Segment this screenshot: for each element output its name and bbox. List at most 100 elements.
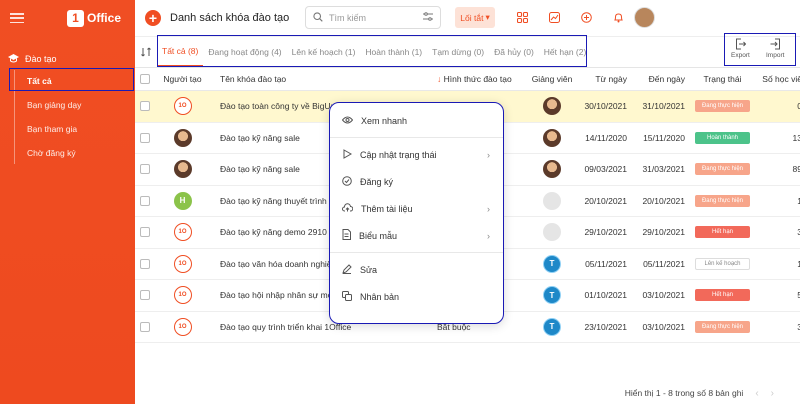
row-checkbox[interactable] [135, 164, 155, 175]
col-from[interactable]: Từ ngày [572, 74, 627, 84]
column-filter-icon[interactable] [135, 47, 157, 57]
tab-active[interactable]: Đang hoạt động (4) [203, 37, 286, 67]
search-icon [313, 11, 323, 24]
teacher-initial-avatar: T [543, 317, 561, 336]
prev-page-icon[interactable]: ‹ [755, 388, 758, 399]
header-icons [515, 10, 626, 25]
menu-item-register[interactable]: Đăng ký [329, 168, 504, 195]
tab-all[interactable]: Tất cả (8) [157, 37, 204, 67]
menu-divider [329, 252, 504, 253]
menu-item-update-status[interactable]: Cập nhật trạng thái › [329, 141, 504, 168]
status-cell: Đang thực hiện [685, 194, 760, 207]
status-badge: Đang thực hiện [695, 163, 750, 176]
row-checkbox[interactable] [135, 227, 155, 238]
row-checkbox[interactable] [135, 132, 155, 143]
teacher-photo-avatar [543, 97, 561, 116]
sidebar-item-participating[interactable]: Bạn tham gia [15, 118, 135, 140]
creator-photo-avatar [173, 160, 192, 179]
end-date: 31/10/2021 [642, 101, 685, 112]
menu-item-label: Xem nhanh [361, 115, 408, 126]
end-date: 31/03/2021 [642, 164, 685, 175]
end-date: 20/10/2021 [642, 195, 685, 206]
col-teacher[interactable]: Giảng viên [532, 74, 572, 84]
status-cell: Hết hạn [685, 226, 760, 239]
search-placeholder: Tìm kiếm [329, 12, 366, 23]
next-page-icon[interactable]: › [771, 388, 774, 399]
col-creator[interactable]: Người tạo [155, 74, 210, 84]
row-checkbox[interactable] [135, 258, 155, 269]
row-checkbox[interactable] [135, 101, 155, 112]
import-button[interactable]: Import [766, 38, 784, 59]
export-icon [735, 38, 747, 52]
chevron-right-icon: › [487, 230, 490, 241]
row-checkbox[interactable] [135, 290, 155, 301]
menu-item-add-document[interactable]: Thêm tài liệu › [329, 195, 504, 222]
sidebar-item-teaching[interactable]: Bạn giảng dạy [15, 94, 135, 116]
tab-cancelled[interactable]: Đã hủy (0) [489, 37, 539, 67]
select-all-checkbox[interactable] [135, 74, 155, 84]
menu-item-forms[interactable]: Biểu mẫu › [329, 222, 504, 249]
add-circle-icon[interactable] [579, 10, 594, 25]
filter-sliders-icon[interactable] [423, 12, 433, 23]
menu-divider [329, 137, 504, 138]
col-status[interactable]: Trạng thái [685, 74, 760, 84]
shortcut-label: Lối tắt [460, 12, 484, 23]
start-date: 05/11/2021 [585, 258, 627, 269]
table-header: Người tạo Tên khóa đào tạo ↓ Hình thức đ… [135, 68, 800, 91]
tab-paused[interactable]: Tạm dừng (0) [427, 37, 489, 67]
chart-icon[interactable] [547, 10, 562, 25]
check-circle-icon [342, 175, 352, 188]
pencil-icon [342, 263, 352, 276]
graduation-cap-icon [8, 53, 19, 65]
eye-icon [341, 116, 354, 126]
user-avatar[interactable] [634, 7, 655, 28]
student-count: 1 [797, 258, 800, 269]
logo-text: Office [86, 11, 121, 25]
menu-item-quick-view[interactable]: Xem nhanh [329, 107, 504, 134]
bell-icon[interactable] [611, 10, 626, 25]
start-date: 01/10/2021 [584, 290, 627, 301]
row-checkbox[interactable] [135, 321, 155, 332]
tab-planned[interactable]: Lên kế hoạch (1) [287, 37, 361, 67]
apps-grid-icon[interactable] [515, 10, 530, 25]
status-badge: Đang thực hiện [695, 320, 750, 333]
student-count: 5 [797, 290, 800, 301]
student-count: 89 [792, 164, 800, 175]
col-type[interactable]: ↓ Hình thức đào tạo [437, 74, 532, 84]
teacher-cell: T [532, 286, 572, 305]
status-tabs: Tất cả (8) Đang hoạt động (4) Lên kế hoạ… [135, 36, 800, 68]
start-date: 29/10/2021 [584, 227, 627, 238]
tab-completed[interactable]: Hoàn thành (1) [360, 37, 427, 67]
search-input[interactable]: Tìm kiếm [305, 6, 441, 29]
col-count[interactable]: Số học viê [760, 74, 800, 84]
sidebar: 1 Office Đào tạo Tất cả Bạn giảng dạy Bạ… [0, 0, 135, 404]
sidebar-section-training[interactable]: Đào tạo [0, 50, 135, 68]
export-label: Export [731, 52, 750, 59]
teacher-cell [532, 128, 572, 147]
menu-item-edit[interactable]: Sửa [329, 256, 504, 283]
status-badge: Hết hạn [695, 289, 750, 302]
creator-cell: 1O [155, 254, 210, 273]
menu-item-duplicate[interactable]: Nhân bản [329, 283, 504, 310]
teacher-photo-avatar [543, 160, 561, 179]
creator-photo-avatar [173, 128, 192, 147]
shortcut-button[interactable]: Lối tắt ▾ [455, 7, 495, 28]
student-count: 1 [797, 195, 800, 206]
export-button[interactable]: Export [731, 38, 750, 59]
sidebar-item-pending[interactable]: Chờ đăng ký [15, 142, 135, 164]
teacher-cell [532, 191, 572, 210]
student-count: 13 [792, 132, 800, 143]
teacher-cell [532, 97, 572, 116]
row-checkbox[interactable] [135, 195, 155, 206]
menu-toggle-icon[interactable] [10, 13, 24, 23]
document-icon [342, 229, 351, 242]
student-count: 3 [797, 321, 800, 332]
start-date: 14/11/2020 [585, 132, 627, 143]
add-button[interactable]: + [145, 10, 161, 26]
tab-expired[interactable]: Hết hạn (2) [539, 37, 592, 67]
col-name[interactable]: Tên khóa đào tạo [210, 74, 437, 84]
app-logo[interactable]: 1 Office [66, 9, 121, 27]
sidebar-item-all[interactable]: Tất cả [15, 70, 135, 92]
col-to[interactable]: Đến ngày [627, 74, 685, 84]
status-cell: Đang thực hiện [685, 100, 760, 113]
